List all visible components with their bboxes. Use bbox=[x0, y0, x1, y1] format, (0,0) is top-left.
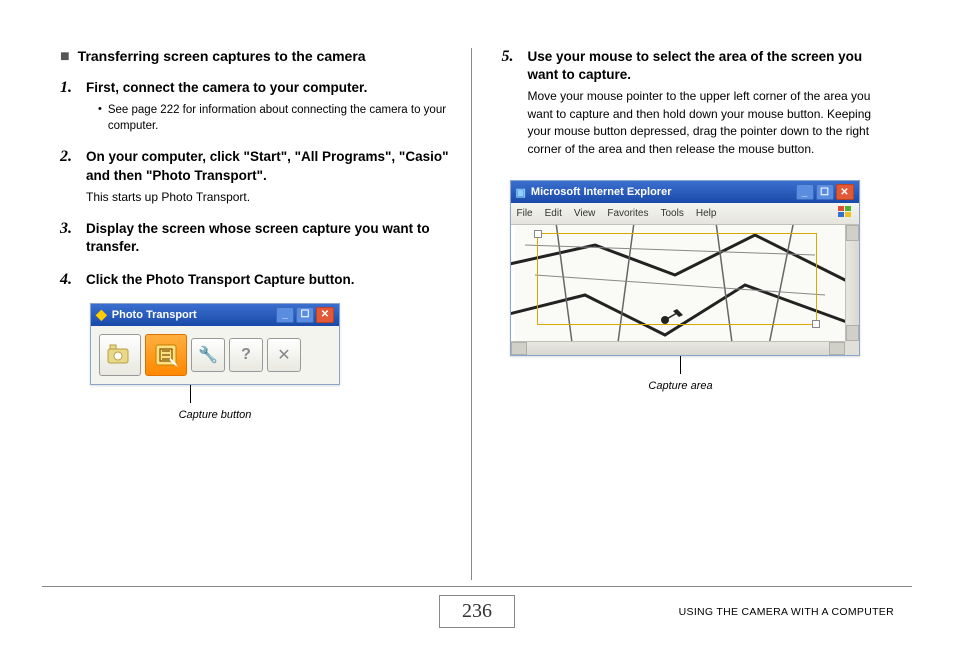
photo-transport-window: ◆ Photo Transport _ ☐ ✕ bbox=[90, 303, 340, 385]
left-column: ■ Transferring screen captures to the ca… bbox=[60, 48, 472, 580]
close-button[interactable]: ✕ bbox=[316, 307, 334, 323]
step-heading: Click the Photo Transport Capture button… bbox=[86, 271, 453, 289]
maximize-button[interactable]: ☐ bbox=[296, 307, 314, 323]
page-content: ■ Transferring screen captures to the ca… bbox=[0, 0, 954, 580]
step-number: 5. bbox=[502, 48, 520, 66]
ie-figure: ▣ Microsoft Internet Explorer _ ☐ ✕ File… bbox=[506, 180, 895, 392]
step-number: 1. bbox=[60, 79, 78, 97]
step-bullet: • See page 222 for information about con… bbox=[98, 102, 453, 134]
step-number: 3. bbox=[60, 220, 78, 238]
scroll-corner bbox=[845, 341, 859, 355]
steps-list-right: 5. Use your mouse to select the area of … bbox=[502, 48, 895, 158]
page-number: 236 bbox=[439, 595, 515, 628]
bullet-dot-icon: • bbox=[98, 102, 102, 134]
ie-window: ▣ Microsoft Internet Explorer _ ☐ ✕ File… bbox=[510, 180, 860, 356]
horizontal-scrollbar[interactable] bbox=[511, 341, 845, 355]
close-tool-button[interactable]: ✕ bbox=[267, 338, 301, 372]
menu-help[interactable]: Help bbox=[696, 208, 717, 219]
menu-favorites[interactable]: Favorites bbox=[607, 208, 648, 219]
step-number: 2. bbox=[60, 148, 78, 166]
step-2: 2. On your computer, click "Start", "All… bbox=[60, 148, 453, 206]
bullet-text: See page 222 for information about conne… bbox=[108, 102, 453, 134]
window-titlebar: ▣ Microsoft Internet Explorer _ ☐ ✕ bbox=[511, 181, 859, 203]
photo-transport-figure: ◆ Photo Transport _ ☐ ✕ bbox=[90, 303, 453, 421]
section-title: ■ Transferring screen captures to the ca… bbox=[60, 48, 453, 65]
vertical-scrollbar[interactable] bbox=[845, 225, 859, 341]
step-heading: First, connect the camera to your comput… bbox=[86, 79, 453, 97]
menu-tools[interactable]: Tools bbox=[660, 208, 683, 219]
capture-button[interactable] bbox=[145, 334, 187, 376]
page-footer: 236 USING THE CAMERA WITH A COMPUTER bbox=[0, 586, 954, 628]
section-title-text: Transferring screen captures to the came… bbox=[78, 48, 366, 64]
minimize-button[interactable]: _ bbox=[796, 184, 814, 200]
step-1: 1. First, connect the camera to your com… bbox=[60, 79, 453, 134]
figure-caption: Capture button bbox=[90, 409, 340, 421]
toolbar: 🔧 ? ✕ bbox=[91, 326, 339, 384]
camera-button[interactable] bbox=[99, 334, 141, 376]
step-number: 4. bbox=[60, 271, 78, 289]
callout-line bbox=[190, 385, 191, 403]
window-title-text: Microsoft Internet Explorer bbox=[531, 186, 672, 198]
step-4: 4. Click the Photo Transport Capture but… bbox=[60, 271, 453, 289]
square-bullet-icon: ■ bbox=[60, 49, 70, 65]
window-titlebar: ◆ Photo Transport _ ☐ ✕ bbox=[91, 304, 339, 326]
help-button[interactable]: ? bbox=[229, 338, 263, 372]
menu-edit[interactable]: Edit bbox=[545, 208, 562, 219]
step-description: Move your mouse pointer to the upper lef… bbox=[528, 88, 895, 158]
map-viewport[interactable] bbox=[511, 225, 859, 355]
settings-button[interactable]: 🔧 bbox=[191, 338, 225, 372]
callout-line bbox=[680, 356, 681, 374]
close-button[interactable]: ✕ bbox=[836, 184, 854, 200]
ie-icon: ▣ bbox=[516, 186, 526, 199]
step-heading: Display the screen whose screen capture … bbox=[86, 220, 453, 256]
figure-caption: Capture area bbox=[506, 380, 856, 392]
menu-bar: File Edit View Favorites Tools Help bbox=[511, 203, 859, 225]
steps-list: 1. First, connect the camera to your com… bbox=[60, 79, 453, 289]
minimize-button[interactable]: _ bbox=[276, 307, 294, 323]
menu-file[interactable]: File bbox=[517, 208, 533, 219]
step-heading: Use your mouse to select the area of the… bbox=[528, 48, 895, 84]
right-column: 5. Use your mouse to select the area of … bbox=[472, 48, 905, 580]
windows-flag-icon bbox=[837, 205, 853, 222]
step-3: 3. Display the screen whose screen captu… bbox=[60, 220, 453, 256]
app-icon: ◆ bbox=[96, 306, 107, 323]
maximize-button[interactable]: ☐ bbox=[816, 184, 834, 200]
step-5: 5. Use your mouse to select the area of … bbox=[502, 48, 895, 158]
step-heading: On your computer, click "Start", "All Pr… bbox=[86, 148, 453, 184]
menu-view[interactable]: View bbox=[574, 208, 596, 219]
footer-section-label: USING THE CAMERA WITH A COMPUTER bbox=[679, 606, 894, 618]
map-content bbox=[511, 225, 859, 355]
step-description: This starts up Photo Transport. bbox=[86, 189, 453, 206]
footer-rule bbox=[42, 586, 912, 587]
window-title-text: Photo Transport bbox=[112, 309, 197, 321]
